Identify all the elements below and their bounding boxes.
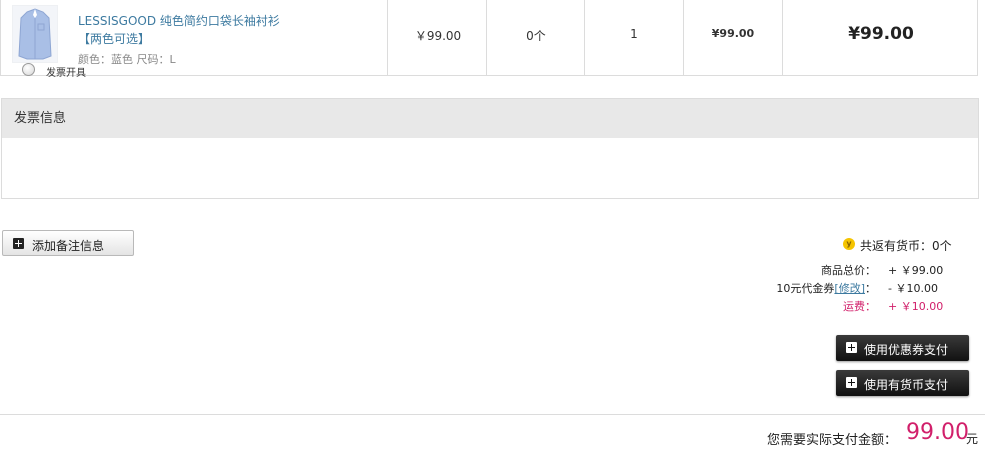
voucher-value: - ￥10.00 [888, 282, 938, 295]
shirt-image [18, 8, 52, 60]
pay-with-coupon-label: 使用优惠券支付 [864, 343, 949, 357]
invoice-section: 发票信息 [1, 98, 979, 199]
column-divider [387, 0, 388, 76]
row-total: ¥99.00 [848, 24, 914, 44]
goods-total-value: + ￥99.00 [888, 264, 944, 277]
plus-icon [846, 342, 857, 353]
product-thumbnail[interactable] [12, 5, 58, 63]
coin-count: 0个 [526, 29, 546, 43]
add-note-button[interactable]: 添加备注信息 [2, 230, 134, 256]
divider [0, 414, 985, 415]
add-note-label: 添加备注信息 [32, 239, 105, 253]
goods-total-label: 商品总价： [821, 264, 876, 277]
coin-icon: y [843, 238, 855, 250]
product-attributes: 颜色：蓝色 尺码：L [78, 53, 176, 66]
plus-icon [13, 238, 24, 249]
invoice-option-label[interactable]: 发票开具 [46, 64, 86, 79]
unit-price: ￥99.00 [414, 29, 462, 43]
voucher-name: 10元代金券 [776, 282, 835, 295]
payment-unit: 元 [966, 432, 979, 446]
pay-with-coin-button[interactable]: 使用有货币支付 [836, 370, 969, 396]
coin-return-text: 共返有货币：0个 [860, 239, 952, 253]
product-row: LESSISGOOD 纯色简约口袋长袖衬衫【两色可选】 颜色：蓝色 尺码：L ￥… [0, 0, 978, 76]
shipping-value: + ￥10.00 [888, 300, 944, 313]
payment-label: 您需要实际支付金额： [767, 433, 898, 448]
product-name[interactable]: LESSISGOOD 纯色简约口袋长袖衬衫【两色可选】 [78, 12, 288, 48]
voucher-label: 10元代金券[修改]： [716, 280, 876, 296]
invoice-title: 发票信息 [2, 98, 978, 138]
pay-with-coupon-button[interactable]: 使用优惠券支付 [836, 335, 969, 361]
subtotal: ¥99.00 [711, 27, 755, 40]
shipping-label: 运费： [843, 300, 876, 313]
pay-with-coin-label: 使用有货币支付 [864, 378, 949, 392]
quantity: 1 [630, 27, 638, 41]
payment-amount: 99.00 [906, 420, 969, 445]
voucher-colon: ： [865, 282, 876, 295]
voucher-edit-link[interactable]: [修改] [834, 282, 865, 295]
plus-icon [846, 377, 857, 388]
invoice-radio[interactable] [22, 63, 35, 76]
